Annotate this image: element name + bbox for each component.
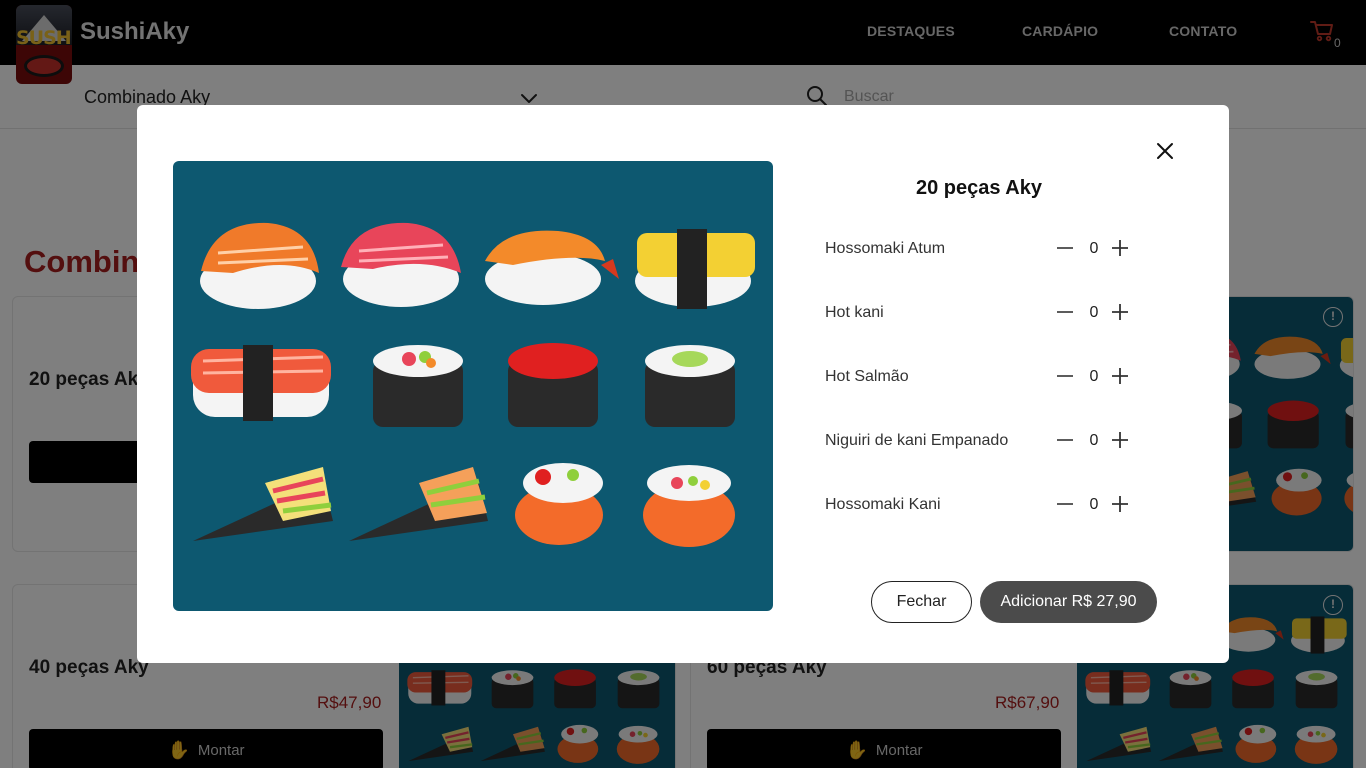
option-row: Hot kani 0: [825, 299, 1145, 327]
option-row: Hossomaki Kani 0: [825, 491, 1145, 519]
option-name: Hot kani: [825, 304, 884, 321]
option-quantity: 0: [1089, 368, 1099, 385]
option-quantity: 0: [1089, 432, 1099, 449]
option-quantity: 0: [1089, 240, 1099, 257]
option-name: Hossomaki Kani: [825, 496, 941, 513]
close-icon: [1157, 143, 1173, 159]
minus-icon[interactable]: [1055, 366, 1075, 386]
option-name: Hossomaki Atum: [825, 240, 946, 257]
minus-icon[interactable]: [1055, 238, 1075, 258]
modal-title: 20 peças Aky: [915, 177, 1042, 199]
option-name: Hot Salmão: [825, 368, 909, 385]
product-modal: 20 peças Aky Hossomaki Atum 0 Hot kani 0…: [137, 105, 1229, 663]
plus-icon[interactable]: [1110, 238, 1130, 258]
plus-icon[interactable]: [1110, 366, 1130, 386]
plus-icon[interactable]: [1110, 430, 1130, 450]
sushi-illustration: [191, 222, 755, 547]
product-image: [173, 161, 773, 611]
option-row: Niguiri de kani Empanado 0: [825, 427, 1145, 455]
plus-icon[interactable]: [1110, 494, 1130, 514]
option-row: Hot Salmão 0: [825, 363, 1145, 391]
option-quantity: 0: [1089, 304, 1099, 321]
minus-icon[interactable]: [1055, 494, 1075, 514]
fechar-button[interactable]: Fechar: [871, 581, 972, 623]
plus-icon[interactable]: [1110, 302, 1130, 322]
add-to-cart-button[interactable]: Adicionar R$ 27,90: [980, 581, 1157, 623]
close-button[interactable]: [1153, 139, 1177, 163]
minus-icon[interactable]: [1055, 430, 1075, 450]
minus-icon[interactable]: [1055, 302, 1075, 322]
option-row: Hossomaki Atum 0: [825, 235, 1145, 263]
option-quantity: 0: [1089, 496, 1099, 513]
option-name: Niguiri de kani Empanado: [825, 432, 1009, 449]
